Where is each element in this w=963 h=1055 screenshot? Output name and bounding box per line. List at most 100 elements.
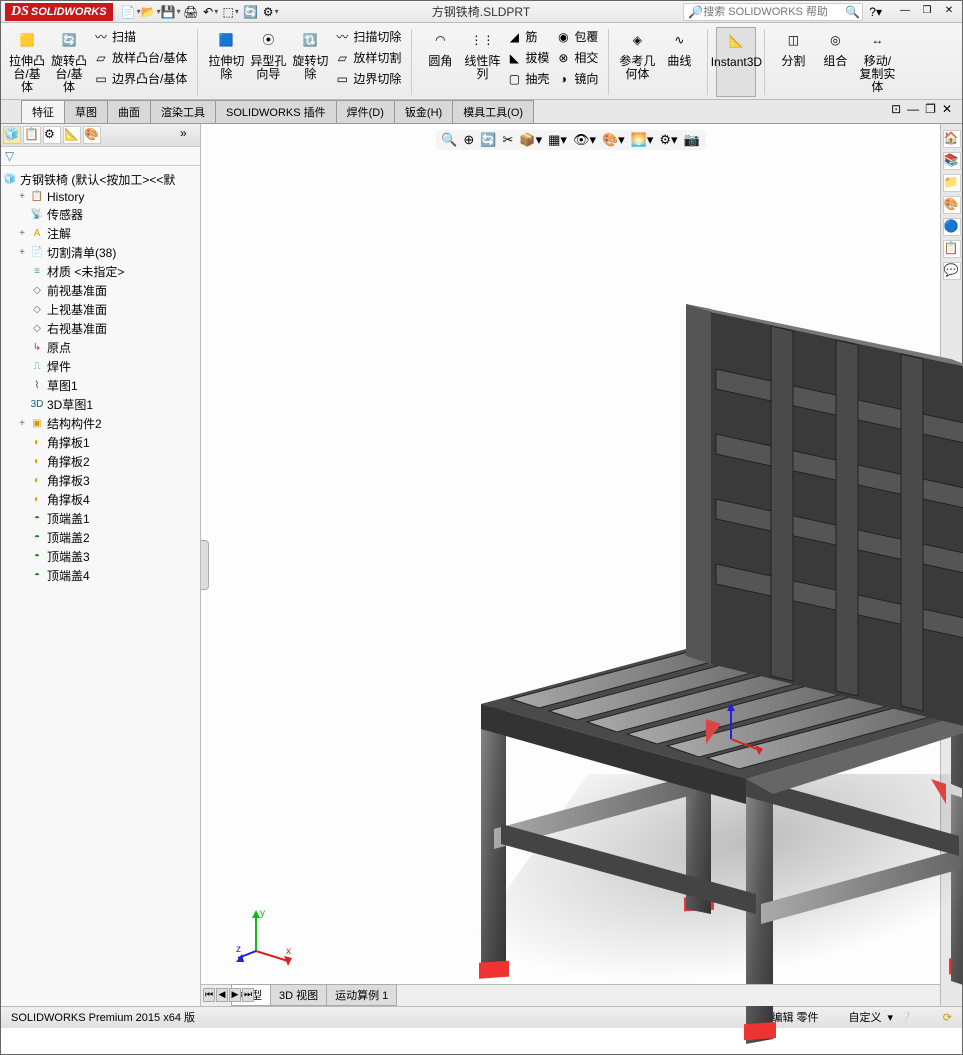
doc-min-icon[interactable]: — (907, 102, 919, 116)
ref-geometry-button[interactable]: ◈参考几何体 (617, 27, 657, 83)
tree-node-11[interactable]: 3D3D草图1 (3, 395, 198, 414)
hide-show-icon[interactable]: 👁▾ (573, 132, 596, 148)
tab-next-icon[interactable]: ▶ (229, 988, 241, 1002)
save-icon[interactable]: 💾▾ (163, 4, 179, 20)
reference-triad[interactable]: y x z (236, 906, 296, 966)
curves-button[interactable]: ∿曲线 (659, 27, 699, 70)
instant3d-button[interactable]: 📐Instant3D (716, 27, 756, 97)
tree-node-3[interactable]: +📄切割清单(38) (3, 243, 198, 262)
revolve-boss-button[interactable]: 🔄旋转凸台/基体 (49, 27, 89, 97)
tree-node-4[interactable]: ≡材质 <未指定> (3, 262, 198, 281)
move-copy-button[interactable]: ↔移动/复制实体 (857, 27, 897, 97)
draft-button[interactable]: ◣拔模 (504, 48, 551, 67)
cmd-tab-7[interactable]: 模具工具(O) (452, 100, 534, 123)
options-icon[interactable]: ⚙▾ (263, 4, 279, 20)
restore-button[interactable]: ❐ (918, 5, 936, 19)
tab-first-icon[interactable]: ⏮ (203, 988, 215, 1002)
sweep-button[interactable]: 〰扫描 (91, 27, 189, 46)
tree-node-5[interactable]: ◇前视基准面 (3, 281, 198, 300)
tree-expand-icon[interactable]: » (180, 126, 198, 144)
undo-icon[interactable]: ↶▾ (203, 4, 219, 20)
panel-drag-handle[interactable] (201, 540, 209, 590)
tree-node-13[interactable]: ◐角撑板1 (3, 433, 198, 452)
display-manager-tab-icon[interactable]: 🎨 (83, 126, 101, 144)
open-file-icon[interactable]: 📂▾ (143, 4, 159, 20)
appearances-icon[interactable]: 🔵 (943, 218, 961, 236)
file-explorer-icon[interactable]: 📁 (943, 174, 961, 192)
section-view-icon[interactable]: ✂ (503, 132, 514, 148)
cmd-tab-2[interactable]: 曲面 (107, 100, 151, 123)
edit-appearance-icon[interactable]: 🎨▾ (602, 132, 625, 148)
view-settings-icon[interactable]: ⚙▾ (659, 132, 677, 148)
rib-button[interactable]: ◢筋 (504, 27, 551, 46)
cmd-tab-1[interactable]: 草图 (64, 100, 108, 123)
doc-options-icon[interactable]: ⊡ (891, 102, 901, 116)
intersect-button[interactable]: ⊗相交 (553, 48, 600, 67)
loft-cut-button[interactable]: ▱放样切割 (332, 48, 403, 67)
tree-filter[interactable]: ▽ (1, 147, 200, 166)
extrude-cut-button[interactable]: 🟦拉伸切除 (206, 27, 246, 83)
tree-node-7[interactable]: ◇右视基准面 (3, 319, 198, 338)
forum-icon[interactable]: 💬 (943, 262, 961, 280)
tree-node-14[interactable]: ◐角撑板2 (3, 452, 198, 471)
custom-props-icon[interactable]: 📋 (943, 240, 961, 258)
view-palette-icon[interactable]: 🎨 (943, 196, 961, 214)
sweep-cut-button[interactable]: 〰扫描切除 (332, 27, 403, 46)
render-icon[interactable]: 📷 (684, 132, 700, 148)
tab-prev-icon[interactable]: ◀ (216, 988, 228, 1002)
config-manager-tab-icon[interactable]: ⚙ (43, 126, 61, 144)
cmd-tab-0[interactable]: 特征 (21, 100, 65, 123)
feature-tree-tab-icon[interactable]: 🧊 (3, 126, 21, 144)
tree-node-19[interactable]: ◓顶端盖3 (3, 547, 198, 566)
rebuild-icon[interactable]: 🔄 (243, 4, 259, 20)
doc-restore-icon[interactable]: ❐ (925, 102, 936, 116)
tree-node-15[interactable]: ◐角撑板3 (3, 471, 198, 490)
tree-node-12[interactable]: +▣结构构件2 (3, 414, 198, 433)
tree-node-0[interactable]: +📋History (3, 189, 198, 205)
tree-node-8[interactable]: ↳原点 (3, 338, 198, 357)
cmd-tab-4[interactable]: SOLIDWORKS 插件 (215, 100, 337, 123)
loft-button[interactable]: ▱放样凸台/基体 (91, 48, 189, 67)
tree-node-9[interactable]: ⎍焊件 (3, 357, 198, 376)
bottom-tab-1[interactable]: 3D 视图 (270, 984, 327, 1006)
tree-node-6[interactable]: ◇上视基准面 (3, 300, 198, 319)
boundary-button[interactable]: ▭边界凸台/基体 (91, 69, 189, 88)
help-icon[interactable]: ?▾ (869, 5, 882, 19)
design-library-icon[interactable]: 📚 (943, 152, 961, 170)
linear-pattern-button[interactable]: ⋮⋮线性阵列 (462, 27, 502, 83)
doc-close-icon[interactable]: ✕ (942, 102, 952, 116)
wrap-button[interactable]: ◉包覆 (553, 27, 600, 46)
cmd-tab-6[interactable]: 钣金(H) (394, 100, 453, 123)
new-file-icon[interactable]: 📄▾ (123, 4, 139, 20)
tree-node-2[interactable]: +A注解 (3, 224, 198, 243)
tree-node-20[interactable]: ◓顶端盖4 (3, 566, 198, 585)
cmd-tab-3[interactable]: 渲染工具 (150, 100, 216, 123)
sw-resources-icon[interactable]: 🏠 (943, 130, 961, 148)
apply-scene-icon[interactable]: 🌅▾ (631, 132, 654, 148)
display-style-icon[interactable]: ▦▾ (548, 132, 567, 148)
split-button[interactable]: ◫分割 (773, 27, 813, 70)
close-button[interactable]: ✕ (940, 5, 958, 19)
search-input[interactable] (703, 6, 845, 18)
search-go-icon[interactable]: 🔍 (845, 5, 860, 19)
combine-button[interactable]: ◎组合 (815, 27, 855, 70)
dimxpert-tab-icon[interactable]: 📐 (63, 126, 81, 144)
zoom-area-icon[interactable]: ⊕ (463, 132, 474, 148)
view-orientation-icon[interactable]: 📦▾ (519, 132, 542, 148)
mirror-button[interactable]: ◑镜向 (553, 69, 600, 88)
tab-last-icon[interactable]: ⏭ (242, 988, 254, 1002)
extrude-boss-button[interactable]: 🟨拉伸凸台/基体 (7, 27, 47, 97)
prev-view-icon[interactable]: 🔄 (480, 132, 496, 148)
tree-root[interactable]: 🧊方钢铁椅 (默认<按加工><<默 (3, 170, 198, 189)
tree-node-17[interactable]: ◓顶端盖1 (3, 509, 198, 528)
boundary-cut-button[interactable]: ▭边界切除 (332, 69, 403, 88)
tree-node-18[interactable]: ◓顶端盖2 (3, 528, 198, 547)
tree-node-1[interactable]: 📡传感器 (3, 205, 198, 224)
bottom-tab-2[interactable]: 运动算例 1 (326, 984, 397, 1006)
cmd-tab-5[interactable]: 焊件(D) (336, 100, 395, 123)
shell-button[interactable]: ▢抽壳 (504, 69, 551, 88)
fillet-button[interactable]: ◠圆角 (420, 27, 460, 70)
help-search[interactable]: 🔎 🔍 (683, 3, 863, 21)
tree-node-10[interactable]: ⌇草图1 (3, 376, 198, 395)
revolve-cut-button[interactable]: 🔃旋转切除 (290, 27, 330, 83)
